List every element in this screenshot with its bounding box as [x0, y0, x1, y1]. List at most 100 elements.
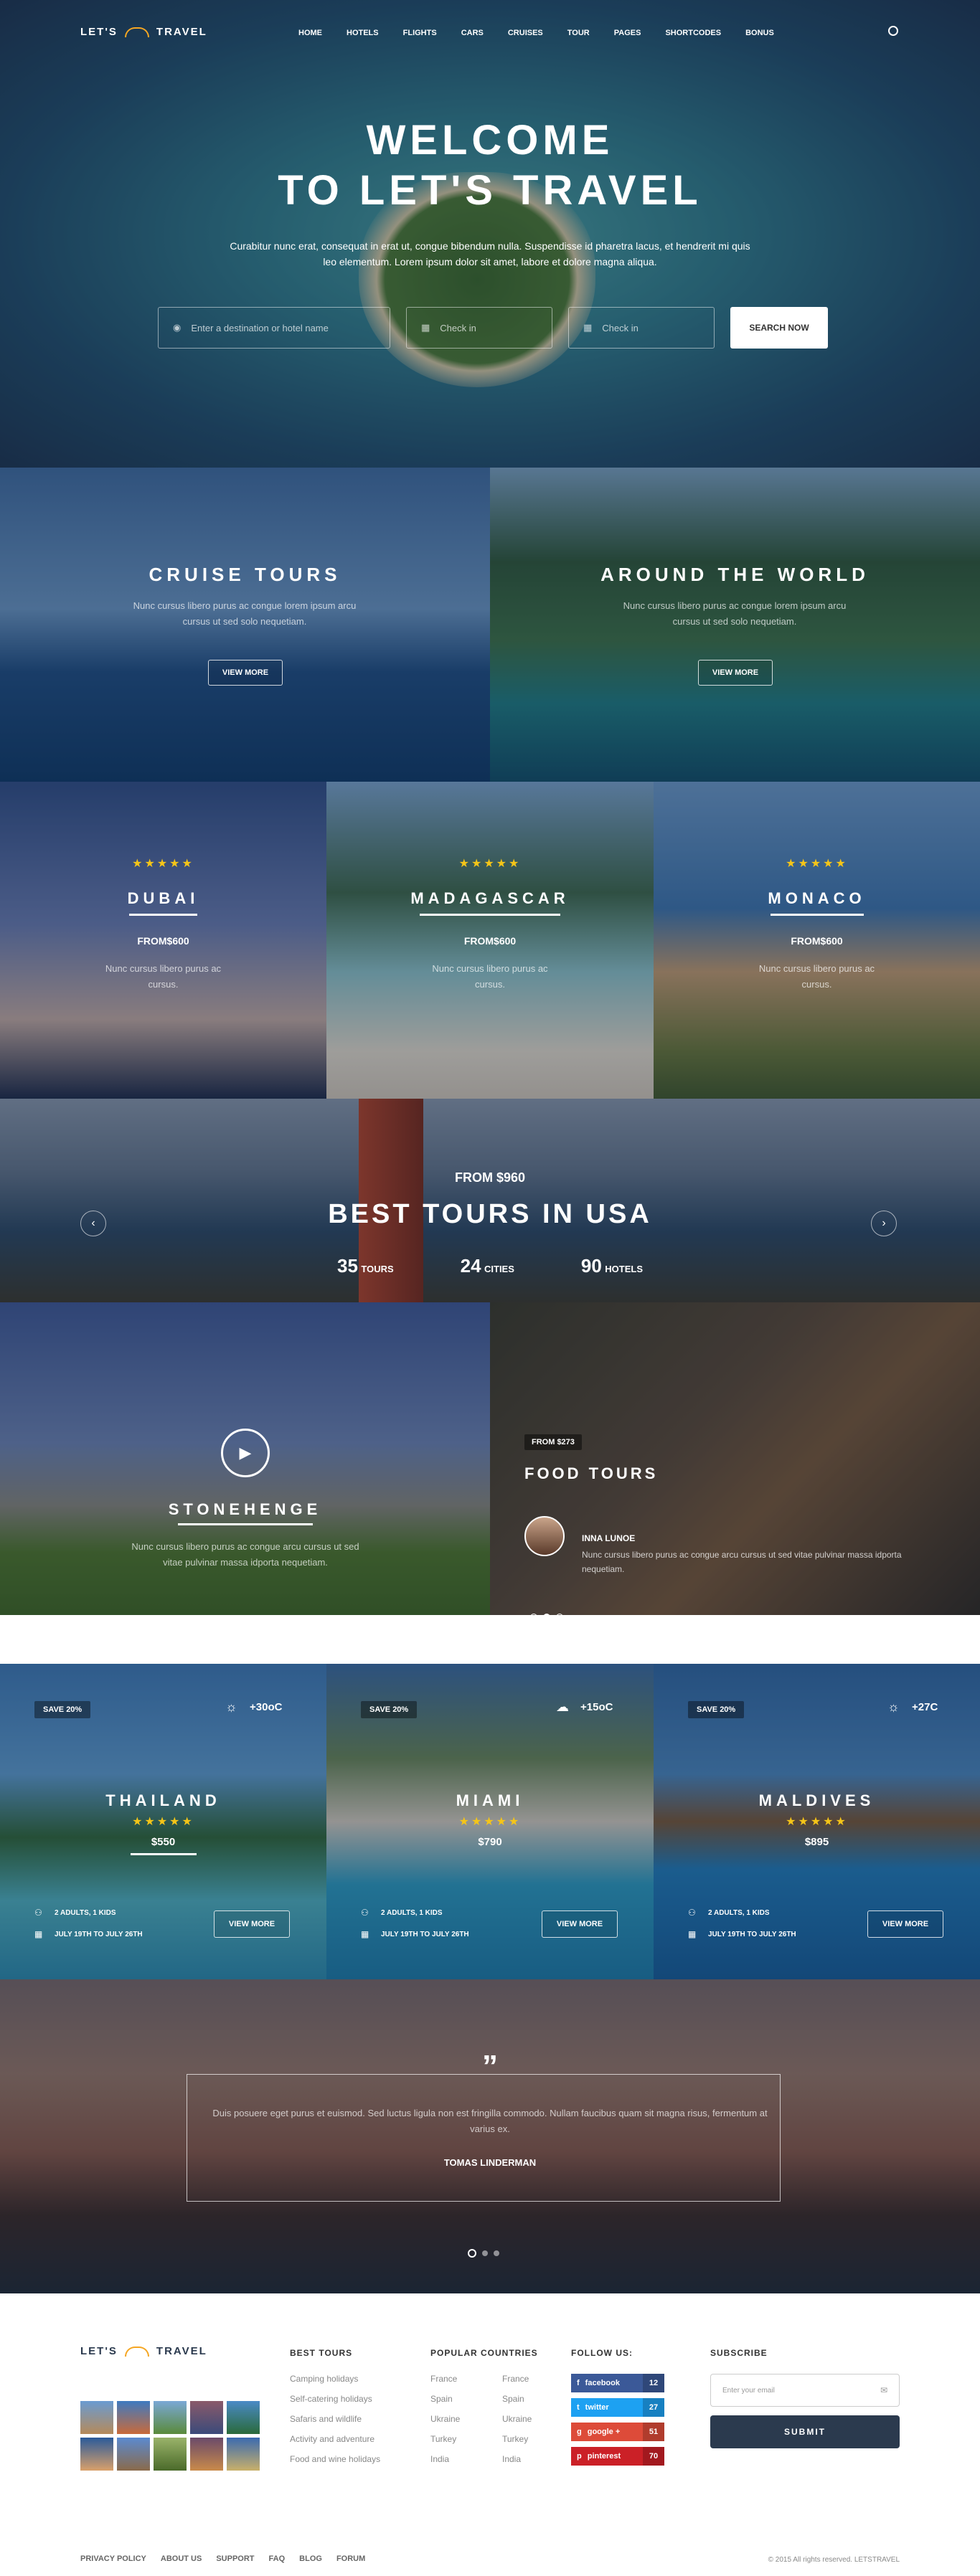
testimonial-section: ” Duis posuere eget purus et euismod. Se…: [0, 1979, 980, 2293]
calendar-icon: ▦: [361, 1929, 369, 1939]
copyright: © 2015 All rights reserved. LETSTRAVEL: [768, 2556, 900, 2564]
promo-cruise: CRUISE TOURS Nunc cursus libero purus ac…: [0, 468, 490, 782]
search-icon[interactable]: [888, 26, 898, 36]
play-icon[interactable]: ▶: [221, 1429, 270, 1477]
calendar-icon: ▦: [583, 322, 593, 333]
slide-title: FOOD TOURS: [524, 1464, 659, 1482]
testimonial-author: TOMAS LINDERMAN: [443, 2157, 537, 2168]
destination-monaco[interactable]: ★★★★★ MONACO FROM$600 Nunc cursus libero…: [654, 782, 980, 1099]
footer-link[interactable]: Food and wine holidays: [290, 2454, 380, 2464]
twitter-button[interactable]: t twitter 27: [571, 2398, 664, 2417]
gallery-thumb[interactable]: [227, 2401, 260, 2434]
footer-link[interactable]: PRIVACY POLICY: [80, 2554, 146, 2563]
footer-subscribe: SUBSCRIBE Enter your email ✉ SUBMIT: [710, 2348, 900, 2458]
nav-item-cruises[interactable]: CRUISES: [508, 29, 543, 37]
deal-dates: JULY 19TH TO JULY 26TH: [708, 1931, 796, 1938]
footer-link[interactable]: Spain: [502, 2394, 532, 2404]
logo[interactable]: LET'S TRAVEL: [80, 26, 207, 38]
view-more-button[interactable]: VIEW MORE: [208, 660, 283, 686]
nav-item-shortcodes[interactable]: SHORTCODES: [665, 29, 721, 37]
submit-button[interactable]: SUBMIT: [710, 2415, 900, 2448]
footer-link[interactable]: Turkey: [430, 2434, 502, 2444]
slider-dot[interactable]: [530, 1614, 537, 1615]
footer-link[interactable]: Turkey: [502, 2434, 532, 2444]
gallery-thumb[interactable]: [190, 2438, 223, 2471]
slider-dot[interactable]: [482, 2250, 488, 2256]
pinterest-icon: p: [577, 2452, 582, 2461]
nav-item-hotels[interactable]: HOTELS: [347, 29, 379, 37]
footer-link[interactable]: Camping holidays: [290, 2374, 380, 2384]
deal-thailand[interactable]: SAVE 20% ☼ +30oC THAILAND ★★★★★ $550 ⚇ 2…: [0, 1664, 326, 1979]
gallery-thumb[interactable]: [80, 2401, 113, 2434]
gallery-thumb[interactable]: [117, 2438, 150, 2471]
promo-title: CRUISE TOURS: [149, 564, 341, 585]
destination-price: FROM$600: [137, 935, 189, 947]
hero-section: LET'S TRAVEL HOME HOTELS FLIGHTS CARS CR…: [0, 0, 980, 468]
rating-stars: ★★★★★: [458, 858, 522, 870]
footer-link[interactable]: Spain: [430, 2394, 502, 2404]
email-field[interactable]: Enter your email ✉: [710, 2374, 900, 2407]
view-more-button[interactable]: VIEW MORE: [867, 1910, 943, 1938]
gallery-thumb[interactable]: [80, 2438, 113, 2471]
view-more-button[interactable]: VIEW MORE: [214, 1910, 290, 1938]
footer-link[interactable]: Self-catering holidays: [290, 2394, 380, 2404]
deal-dates: JULY 19TH TO JULY 26TH: [381, 1931, 469, 1938]
destination-input[interactable]: ◉ Enter a destination or hotel name: [158, 307, 390, 349]
footer-link[interactable]: India: [430, 2454, 502, 2464]
footer-link[interactable]: ABOUT US: [161, 2554, 202, 2563]
nav-item-tour[interactable]: TOUR: [567, 29, 590, 37]
gallery-thumb[interactable]: [117, 2401, 150, 2434]
search-now-button[interactable]: SEARCH NOW: [730, 307, 828, 349]
prev-arrow-icon[interactable]: ‹: [80, 1211, 106, 1236]
gallery-thumb[interactable]: [190, 2401, 223, 2434]
facebook-button[interactable]: f facebook 12: [571, 2374, 664, 2392]
footer-link[interactable]: BLOG: [299, 2554, 322, 2563]
author-name: INNA LUNOE: [582, 1533, 636, 1543]
slider-dots: [468, 2249, 499, 2258]
next-arrow-icon[interactable]: ›: [871, 1211, 897, 1236]
footer-link[interactable]: FAQ: [269, 2554, 286, 2563]
footer-link[interactable]: India: [502, 2454, 532, 2464]
google-plus-button[interactable]: g google + 51: [571, 2423, 664, 2441]
pinterest-button[interactable]: p pinterest 70: [571, 2447, 664, 2466]
gallery-thumb[interactable]: [154, 2438, 187, 2471]
nav-item-flights[interactable]: FLIGHTS: [403, 29, 437, 37]
checkin-input[interactable]: ▦ Check in: [406, 307, 552, 349]
slider-dot[interactable]: [543, 1614, 550, 1615]
footer-link[interactable]: Ukraine: [502, 2414, 532, 2424]
nav-item-home[interactable]: HOME: [298, 29, 322, 37]
destination-dubai[interactable]: ★★★★★ DUBAI FROM$600 Nunc cursus libero …: [0, 782, 326, 1099]
destination-madagascar[interactable]: ★★★★★ MADAGASCAR FROM$600 Nunc cursus li…: [326, 782, 654, 1099]
nav-item-bonus[interactable]: BONUS: [745, 29, 774, 37]
gallery-thumb[interactable]: [154, 2401, 187, 2434]
footer-link[interactable]: France: [502, 2374, 532, 2384]
footer-link[interactable]: FORUM: [336, 2554, 365, 2563]
gallery-thumb[interactable]: [227, 2438, 260, 2471]
footer-logo[interactable]: LET'S TRAVEL: [80, 2345, 207, 2357]
footer-bottom-links: PRIVACY POLICY ABOUT US SUPPORT FAQ BLOG…: [80, 2554, 365, 2563]
view-more-button[interactable]: VIEW MORE: [542, 1910, 618, 1938]
footer-link[interactable]: Ukraine: [430, 2414, 502, 2424]
hotels-stat: 90 HOTELS: [581, 1255, 643, 1277]
tour-stats: 35 TOURS 24 CITIES 90 HOTELS: [337, 1255, 643, 1277]
social-name: facebook: [585, 2379, 620, 2387]
footer-link[interactable]: Activity and adventure: [290, 2434, 380, 2444]
checkout-input[interactable]: ▦ Check in: [568, 307, 715, 349]
slider-dot[interactable]: [468, 2249, 476, 2258]
temperature: +15oC: [580, 1701, 613, 1713]
temperature: +30oC: [250, 1701, 283, 1713]
slider-dot[interactable]: [494, 2250, 499, 2256]
social-count: 51: [643, 2423, 664, 2441]
nav-item-pages[interactable]: PAGES: [614, 29, 641, 37]
column-title: FOLLOW US:: [571, 2348, 633, 2358]
footer-link[interactable]: SUPPORT: [216, 2554, 254, 2563]
slider-dot[interactable]: [556, 1614, 563, 1615]
nav-item-cars[interactable]: CARS: [461, 29, 484, 37]
destination-name: MONACO: [768, 889, 866, 907]
deal-miami[interactable]: SAVE 20% ☁ +15oC MIAMI ★★★★★ $790 ⚇ 2 AD…: [326, 1664, 654, 1979]
view-more-button[interactable]: VIEW MORE: [698, 660, 773, 686]
footer-link[interactable]: France: [430, 2374, 502, 2384]
footer-link[interactable]: Safaris and wildlife: [290, 2414, 380, 2424]
checkin-placeholder: Check in: [440, 322, 476, 333]
deal-maldives[interactable]: SAVE 20% ☼ +27C MALDIVES ★★★★★ $895 ⚇ 2 …: [654, 1664, 980, 1979]
